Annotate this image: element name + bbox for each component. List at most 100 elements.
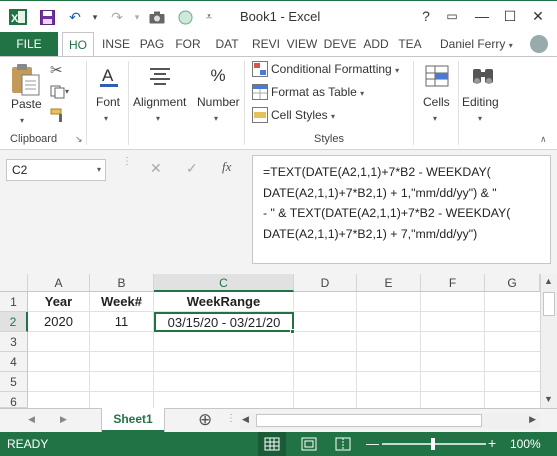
avatar[interactable] [530, 35, 548, 53]
conditional-formatting-button[interactable]: Conditional Formatting ▾ [271, 62, 399, 76]
tab-home[interactable]: HO [62, 32, 94, 57]
copy-icon[interactable] [50, 85, 66, 102]
vertical-scroll-thumb[interactable] [543, 292, 555, 316]
conditional-formatting-label: Conditional Formatting [271, 62, 392, 76]
sheet-tab-sheet1[interactable]: Sheet1 [102, 408, 164, 432]
scroll-up-icon[interactable]: ▲ [544, 276, 553, 286]
tab-formulas[interactable]: FOR [172, 32, 204, 56]
zoom-level[interactable]: 100% [510, 437, 541, 451]
row-header-4[interactable]: 4 [0, 352, 28, 372]
row-header-6[interactable]: 6 [0, 392, 28, 409]
enter-icon[interactable]: ✓ [186, 160, 198, 177]
cancel-icon[interactable]: ✕ [150, 160, 162, 177]
cell-styles-button[interactable]: Cell Styles ▾ [271, 108, 335, 122]
tab-data[interactable]: DAT [210, 32, 244, 56]
scroll-sheets-left-icon[interactable]: ◀ [28, 414, 35, 425]
column-header-e[interactable]: E [357, 274, 421, 292]
format-as-table-button[interactable]: Format as Table ▾ [271, 85, 364, 99]
column-header-g[interactable]: G [485, 274, 540, 292]
column-header-a[interactable]: A [28, 274, 90, 292]
zoom-slider-thumb[interactable] [431, 438, 435, 450]
close-button[interactable]: ✕ [527, 6, 549, 26]
ribbon-display-button[interactable]: ▭ [441, 6, 463, 26]
number-button[interactable]: Number [197, 95, 240, 109]
tab-review[interactable]: REVI [248, 32, 284, 56]
minimize-button[interactable]: — [471, 6, 493, 26]
cell-c1[interactable]: WeekRange [154, 292, 294, 312]
column-header-b[interactable]: B [90, 274, 154, 292]
save-icon[interactable] [38, 8, 56, 26]
cut-icon[interactable]: ✂ [50, 61, 63, 79]
scroll-down-icon[interactable]: ▼ [544, 394, 553, 404]
clipboard-launcher-icon[interactable]: ↘ [75, 134, 83, 145]
paste-dropdown-icon[interactable]: ▾ [20, 112, 24, 126]
help-button[interactable]: ? [415, 6, 437, 26]
cell-b1[interactable]: Week# [90, 292, 154, 312]
zoom-out-button[interactable]: — [366, 436, 379, 451]
cell-a2[interactable]: 2020 [28, 312, 90, 332]
scroll-left-icon[interactable]: ◀ [242, 414, 249, 425]
cells-icon[interactable] [424, 63, 450, 89]
editing-dropdown-icon[interactable]: ▾ [478, 110, 482, 124]
binoculars-icon[interactable] [470, 63, 496, 89]
format-painter-icon[interactable] [50, 107, 66, 126]
cells-dropdown-icon[interactable]: ▾ [433, 110, 437, 124]
tab-file[interactable]: FILE [0, 32, 58, 56]
cell-a1[interactable]: Year [28, 292, 90, 312]
undo-icon[interactable]: ↶ [66, 8, 84, 26]
zoom-slider[interactable] [382, 438, 486, 450]
camera-icon[interactable] [148, 8, 166, 26]
row-header-2[interactable]: 2 [0, 312, 28, 332]
percent-icon[interactable]: % [204, 63, 232, 89]
alignment-button[interactable]: Alignment [133, 95, 186, 109]
redo-dropdown-icon[interactable]: ▾ [128, 8, 146, 26]
redo-icon[interactable]: ↷ [108, 8, 126, 26]
tab-view[interactable]: VIEW [286, 32, 318, 56]
copy-dropdown-icon[interactable]: ▾ [65, 87, 69, 96]
vertical-scrollbar[interactable]: ▲ ▼ [540, 274, 557, 408]
font-dropdown-icon[interactable]: ▾ [104, 110, 108, 124]
column-header-c[interactable]: C [154, 274, 294, 292]
undo-dropdown-icon[interactable]: ▾ [86, 8, 104, 26]
horizontal-scroll-thumb[interactable] [256, 414, 482, 427]
cell-c2[interactable]: 03/15/20 - 03/21/20 [154, 312, 294, 332]
editing-button[interactable]: Editing [462, 95, 499, 109]
insert-function-icon[interactable]: fx [222, 159, 231, 175]
tab-page-layout[interactable]: PAG [136, 32, 168, 56]
user-account[interactable]: Daniel Ferry ▾ [440, 32, 513, 56]
new-sheet-icon[interactable]: ⊕ [198, 410, 212, 430]
paste-icon[interactable] [10, 63, 42, 97]
scroll-right-icon[interactable]: ▶ [529, 414, 536, 425]
cells-button[interactable]: Cells [423, 95, 450, 109]
customize-qat-icon[interactable]: ⩡ [200, 8, 218, 26]
select-all-corner[interactable] [0, 274, 28, 292]
tab-addins[interactable]: ADD [360, 32, 392, 56]
row-header-5[interactable]: 5 [0, 372, 28, 392]
scroll-sheets-right-icon[interactable]: ▶ [60, 414, 67, 425]
normal-view-button[interactable] [258, 432, 286, 456]
font-icon[interactable]: A [96, 63, 122, 89]
page-break-view-button[interactable] [330, 432, 356, 456]
alignment-icon[interactable] [147, 63, 173, 89]
tab-insert[interactable]: INSE [98, 32, 134, 56]
column-header-d[interactable]: D [294, 274, 357, 292]
column-header-f[interactable]: F [421, 274, 485, 292]
tab-developer[interactable]: DEVE [322, 32, 358, 56]
name-box[interactable]: C2 ▾ [6, 159, 106, 181]
tab-team[interactable]: TEA [394, 32, 426, 56]
collapse-ribbon-icon[interactable]: ∧ [540, 134, 547, 145]
fill-handle[interactable] [290, 329, 295, 334]
cell-b2[interactable]: 11 [90, 312, 154, 332]
row-header-1[interactable]: 1 [0, 292, 28, 312]
zoom-in-button[interactable]: + [488, 435, 496, 451]
row-header-3[interactable]: 3 [0, 332, 28, 352]
number-dropdown-icon[interactable]: ▾ [214, 110, 218, 124]
maximize-button[interactable]: ☐ [499, 6, 521, 26]
circle-icon[interactable] [176, 8, 194, 26]
formula-input[interactable]: =TEXT(DATE(A2,1,1)+7*B2 - WEEKDAY( DATE(… [252, 155, 551, 264]
page-layout-view-button[interactable] [296, 432, 322, 456]
paste-button[interactable]: Paste [11, 97, 42, 111]
alignment-dropdown-icon[interactable]: ▾ [156, 110, 160, 124]
font-button[interactable]: Font [96, 95, 120, 109]
horizontal-scrollbar[interactable]: ◀ ▶ [240, 413, 540, 429]
